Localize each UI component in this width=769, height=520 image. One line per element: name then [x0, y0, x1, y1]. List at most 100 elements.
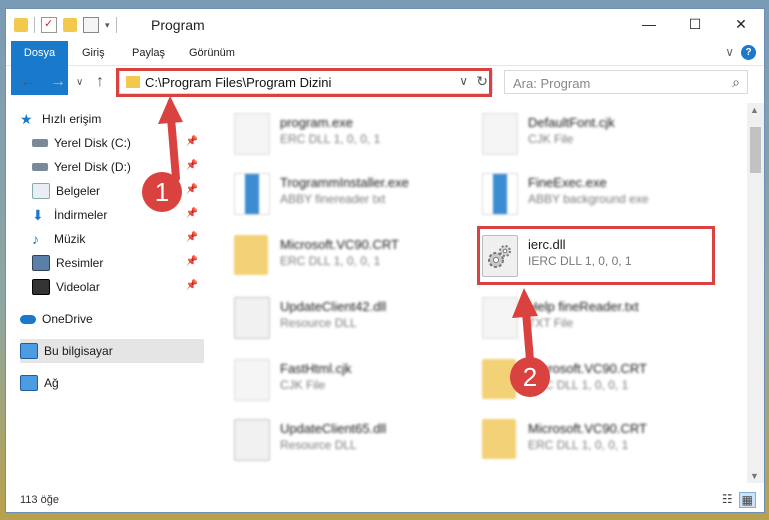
file-item[interactable]: Microsoft.VC90.CRT ERC DLL 1, 0, 0, 1 [462, 353, 702, 407]
tab-share[interactable]: Paylaş [132, 41, 165, 65]
pin-icon: 📌 [185, 208, 198, 219]
file-item[interactable]: FastHtml.cjk CJK File [214, 353, 454, 407]
drive-icon [32, 139, 48, 147]
sidebar-item-local-disk-d[interactable]: Yerel Disk (D:) 📌 [32, 155, 204, 179]
new-folder-icon[interactable] [63, 18, 77, 32]
document-icon [234, 359, 270, 401]
music-icon: ♪ [32, 231, 39, 247]
file-name: Microsoft.VC90.CRT [528, 421, 647, 436]
tiles-view-icon[interactable]: ▦ [738, 492, 756, 508]
collapse-ribbon-icon[interactable]: ∨ [725, 45, 734, 59]
sidebar-item-quick-access[interactable]: ★ Hızlı erişim [20, 107, 218, 131]
folder-icon[interactable] [14, 18, 28, 32]
search-input[interactable]: Ara: Program ⌕ [504, 70, 748, 94]
exe-icon [234, 173, 270, 215]
file-item[interactable]: Help fineReader.txt TXT File [462, 291, 702, 345]
file-item[interactable]: Microsoft.VC90.CRT ERC DLL 1, 0, 0, 1 [462, 413, 702, 467]
scrollbar-thumb[interactable] [750, 127, 761, 173]
sidebar-item-label: Videolar [56, 280, 100, 294]
pin-icon: 📌 [185, 256, 198, 267]
file-name: TrogrammInstaller.exe [280, 175, 409, 190]
ribbon: Dosya Giriş Paylaş Görünüm ∨ ? [6, 41, 764, 95]
cloud-icon [20, 314, 36, 324]
window-title: Program [151, 17, 205, 33]
sidebar-item-label: Yerel Disk (D:) [54, 160, 131, 174]
quick-access-toolbar: ▾ [14, 17, 117, 33]
sidebar-item-pictures[interactable]: Resimler 📌 [32, 251, 204, 275]
minimize-button[interactable]: — [626, 9, 672, 39]
file-name: UpdateClient65.dll [280, 421, 387, 436]
vertical-scrollbar[interactable]: ▲ ▼ [747, 103, 764, 483]
window-controls: — ☐ ✕ [626, 9, 764, 39]
recent-locations-button[interactable]: ∨ [76, 77, 83, 88]
videos-icon [32, 279, 50, 295]
file-name: FastHtml.cjk [280, 361, 352, 376]
search-icon[interactable]: ⌕ [732, 74, 740, 91]
tab-home[interactable]: Giriş [82, 41, 105, 65]
sidebar-item-music[interactable]: ♪ Müzik 📌 [32, 227, 204, 251]
file-name: FineExec.exe [528, 175, 607, 190]
file-item[interactable]: UpdateClient42.dll Resource DLL [214, 291, 454, 345]
item-count: 113 öğe [20, 494, 59, 506]
sidebar-item-onedrive[interactable]: OneDrive [20, 307, 204, 331]
file-description: CJK File [280, 378, 326, 392]
computer-icon [20, 343, 38, 359]
documents-icon [32, 183, 50, 199]
qat-dropdown-icon[interactable]: ▾ [105, 20, 110, 31]
exe-icon [482, 173, 518, 215]
sidebar-item-downloads[interactable]: ⬇ İndirmeler 📌 [32, 203, 204, 227]
sidebar-item-network[interactable]: Ağ [20, 371, 204, 395]
title-bar: ▾ Program — ☐ ✕ [6, 9, 764, 41]
file-item[interactable]: DefaultFont.cjk CJK File [462, 107, 702, 161]
sidebar-item-videos[interactable]: Videolar 📌 [32, 275, 204, 299]
close-button[interactable]: ✕ [718, 9, 764, 39]
pin-icon: 📌 [185, 136, 198, 147]
scroll-up-icon[interactable]: ▲ [750, 105, 759, 115]
drive-icon [32, 163, 48, 171]
network-icon [20, 375, 38, 391]
file-description: CJK File [528, 132, 574, 146]
tab-view[interactable]: Görünüm [189, 41, 235, 65]
back-button[interactable]: ← [20, 73, 36, 91]
file-description: ERC DLL 1, 0, 0, 1 [280, 254, 381, 268]
address-bar-highlight [116, 68, 492, 97]
folder-icon [482, 419, 516, 459]
file-name: Help fineReader.txt [528, 299, 639, 314]
maximize-button[interactable]: ☐ [672, 9, 718, 39]
sidebar-item-this-pc[interactable]: Bu bilgisayar [20, 339, 204, 363]
customize-icon[interactable] [83, 17, 99, 33]
document-icon [482, 297, 518, 339]
sidebar-item-label: İndirmeler [54, 208, 108, 222]
sidebar-item-local-disk-c[interactable]: Yerel Disk (C:) 📌 [32, 131, 204, 155]
download-icon: ⬇ [32, 207, 44, 223]
file-description: ABBY background exe [528, 192, 649, 206]
step-1-badge: 1 [142, 172, 182, 212]
folder-icon [234, 235, 268, 275]
scroll-down-icon[interactable]: ▼ [750, 471, 759, 481]
divider [34, 17, 35, 33]
file-description: Resource DLL [280, 438, 357, 452]
forward-button[interactable]: → [50, 73, 66, 91]
file-item[interactable]: FineExec.exe ABBY background exe [462, 167, 702, 221]
help-icon[interactable]: ? [741, 45, 756, 60]
file-description: TXT File [528, 316, 574, 330]
pin-icon: 📌 [185, 232, 198, 243]
pin-icon: 📌 [185, 280, 198, 291]
divider [115, 17, 117, 33]
file-list: program.exe ERC DLL 1, 0, 0, 1 DefaultFo… [214, 103, 736, 483]
file-item[interactable]: Microsoft.VC90.CRT ERC DLL 1, 0, 0, 1 [214, 229, 454, 283]
details-view-icon[interactable]: ☷ [722, 492, 733, 508]
document-icon [482, 113, 518, 155]
dll-gear-icon [234, 297, 270, 339]
view-switcher: ☷ ▦ [722, 492, 756, 508]
file-highlight [477, 226, 715, 285]
file-item[interactable]: TrogrammInstaller.exe ABBY finereader tx… [214, 167, 454, 221]
file-name: Microsoft.VC90.CRT [280, 237, 399, 252]
file-item[interactable]: program.exe ERC DLL 1, 0, 0, 1 [214, 107, 454, 161]
up-button[interactable]: ↑ [96, 73, 104, 91]
star-icon: ★ [20, 111, 33, 127]
exe-icon [234, 113, 270, 155]
properties-icon[interactable] [41, 17, 57, 33]
file-item[interactable]: UpdateClient65.dll Resource DLL [214, 413, 454, 467]
dll-gear-icon [234, 419, 270, 461]
